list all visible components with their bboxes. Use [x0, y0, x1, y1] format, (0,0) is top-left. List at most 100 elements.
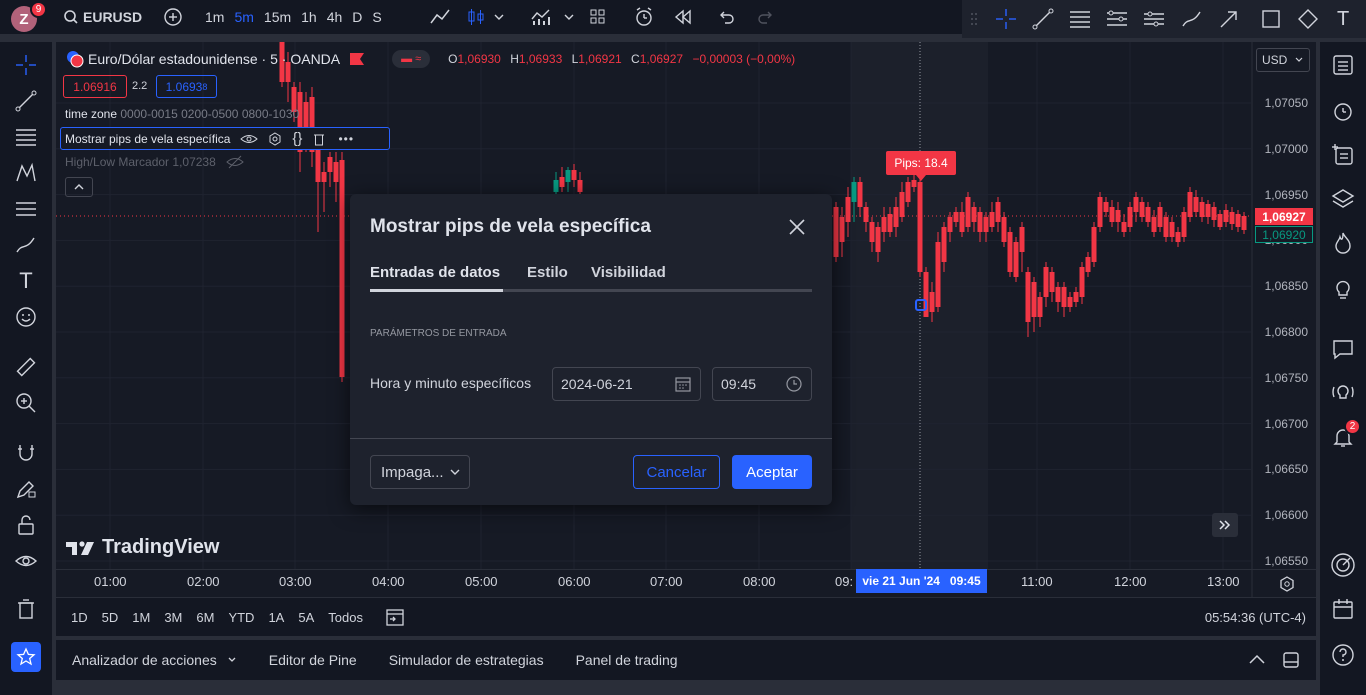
hide-tool[interactable]	[13, 548, 39, 574]
calendar-button[interactable]	[1330, 596, 1356, 622]
interval-S[interactable]: S	[367, 2, 386, 32]
alerts-button[interactable]	[1330, 98, 1356, 124]
axis-settings-icon[interactable]	[1278, 575, 1296, 593]
collapse-legend-button[interactable]	[65, 177, 93, 197]
ok-button[interactable]: Aceptar	[732, 455, 812, 489]
brush-tool[interactable]	[13, 232, 39, 258]
tab-trading-panel[interactable]: Panel de trading	[560, 652, 694, 668]
symbol-title[interactable]: Euro/Dólar estadounidense · 5 · OANDA	[88, 51, 340, 67]
trend-line-tool[interactable]	[13, 88, 39, 114]
interval-4h[interactable]: 4h	[322, 2, 348, 32]
favorites-button[interactable]	[11, 642, 41, 672]
ideas-button[interactable]	[1330, 276, 1356, 302]
tab-pine-editor[interactable]: Editor de Pine	[253, 652, 373, 668]
hl-marker-legend[interactable]: High/Low Marcador 1,07238	[65, 155, 244, 169]
drag-handle-icon[interactable]	[970, 11, 978, 27]
chats-button[interactable]	[1330, 336, 1356, 362]
source-code-icon[interactable]: {}	[292, 130, 302, 147]
calendar-icon[interactable]	[674, 375, 692, 393]
clock-icon[interactable]	[785, 375, 803, 393]
emoji-tool[interactable]	[13, 304, 39, 330]
range-1a[interactable]: 1A	[261, 610, 291, 625]
tab-style[interactable]: Estilo	[527, 264, 568, 281]
text-tool[interactable]: T	[13, 268, 39, 294]
brush-icon[interactable]	[1180, 7, 1204, 31]
trash-icon[interactable]	[312, 132, 326, 146]
indicator-legend-selected[interactable]: Mostrar pips de vela específica {} •••	[60, 127, 390, 150]
channel-icon[interactable]	[1105, 7, 1129, 31]
zoom-tool[interactable]	[13, 390, 39, 416]
interval-1h[interactable]: 1h	[296, 2, 322, 32]
remove-tool[interactable]	[13, 596, 39, 622]
interval-1m[interactable]: 1m	[200, 2, 229, 32]
tab-inputs[interactable]: Entradas de datos	[370, 264, 500, 281]
eye-icon[interactable]	[240, 132, 259, 146]
range-6m[interactable]: 6M	[189, 610, 221, 625]
streams-button[interactable]	[1330, 380, 1356, 406]
tab-stock-screener[interactable]: Analizador de acciones	[56, 652, 253, 668]
buy-button[interactable]: 1.0693 8	[156, 75, 217, 98]
fib-tool[interactable]	[13, 124, 39, 150]
pitchfork-icon[interactable]	[1142, 7, 1166, 31]
alert-button[interactable]	[628, 2, 660, 32]
magnet-tool[interactable]	[13, 440, 39, 466]
range-ytd[interactable]: YTD	[221, 610, 261, 625]
tab-strategy-tester[interactable]: Simulador de estrategias	[373, 652, 560, 668]
interval-D[interactable]: D	[347, 2, 367, 32]
patterns-tool[interactable]	[13, 160, 39, 186]
watchlist-button[interactable]	[1330, 52, 1356, 78]
layouts-button[interactable]	[583, 2, 613, 32]
time-input[interactable]: 09:45	[712, 367, 812, 401]
interval-15m[interactable]: 15m	[259, 2, 296, 32]
add-symbol-button[interactable]	[158, 2, 188, 32]
template-dropdown[interactable]: Impaga...	[370, 455, 470, 489]
text-tool-icon[interactable]: T	[1337, 8, 1349, 31]
replay-button[interactable]	[668, 2, 698, 32]
dom-button[interactable]	[1330, 552, 1356, 578]
polygon-icon[interactable]	[1296, 7, 1320, 31]
forecast-tool[interactable]	[13, 196, 39, 222]
close-icon[interactable]	[788, 218, 806, 236]
settings-icon[interactable]	[268, 131, 282, 146]
chart-type-dropdown[interactable]	[488, 2, 510, 32]
lock-drawing-mode[interactable]	[13, 476, 39, 502]
range-5a[interactable]: 5A	[291, 610, 321, 625]
range-1d[interactable]: 1D	[64, 610, 95, 625]
trend-line-icon[interactable]	[1031, 7, 1055, 31]
timezone-indicator[interactable]: time zone 0000-0015 0200-0500 0800-1030	[65, 107, 299, 121]
interval-5m[interactable]: 5m	[229, 2, 258, 32]
arrow-icon[interactable]	[1217, 7, 1241, 31]
chevron-up-icon[interactable]	[1248, 652, 1266, 666]
range-5d[interactable]: 5D	[95, 610, 126, 625]
goto-date-icon[interactable]	[384, 606, 406, 628]
symbol-search-button[interactable]: EURUSD	[58, 2, 147, 32]
object-tree-button[interactable]	[1330, 186, 1356, 212]
sell-button[interactable]: 1.06916	[63, 75, 127, 98]
indicators-dropdown[interactable]	[558, 2, 580, 32]
flag-marker-icon[interactable]	[350, 53, 365, 65]
date-input[interactable]: 2024-06-21	[552, 367, 701, 401]
rectangle-icon[interactable]	[1259, 7, 1283, 31]
crosshair-tool[interactable]	[13, 52, 39, 78]
currency-selector[interactable]: USD	[1256, 48, 1310, 72]
range-todos[interactable]: Todos	[321, 610, 370, 625]
hotlists-button[interactable]	[1330, 230, 1356, 256]
tab-visibility[interactable]: Visibilidad	[591, 264, 666, 281]
chart-type-button[interactable]	[424, 2, 456, 32]
crosshair-icon[interactable]	[994, 7, 1018, 31]
data-window-button[interactable]	[1330, 142, 1356, 168]
clock-timezone[interactable]: 05:54:36 (UTC-4)	[1205, 610, 1306, 625]
market-status-toggle[interactable]: ▬ ≈	[392, 50, 431, 68]
undo-button[interactable]	[712, 2, 740, 32]
indicators-button[interactable]	[525, 2, 557, 32]
lock-all-tool[interactable]	[13, 512, 39, 538]
range-1m[interactable]: 1M	[125, 610, 157, 625]
maximize-icon[interactable]	[1282, 651, 1300, 669]
help-button[interactable]	[1330, 642, 1356, 668]
more-options-icon[interactable]: •••	[338, 132, 354, 146]
cancel-button[interactable]: Cancelar	[633, 455, 720, 489]
range-3m[interactable]: 3M	[157, 610, 189, 625]
eye-hidden-icon[interactable]	[226, 155, 244, 169]
measure-tool[interactable]	[13, 354, 39, 380]
fib-levels-icon[interactable]	[1068, 7, 1092, 31]
